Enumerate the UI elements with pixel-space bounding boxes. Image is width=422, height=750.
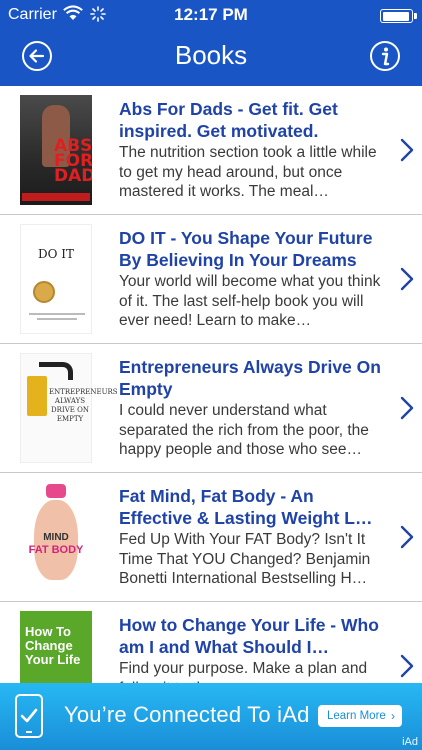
book-list[interactable]: ABS FOR DADS Abs For Dads - Get fit. Get… bbox=[0, 86, 422, 683]
cover-text: MIND bbox=[43, 532, 69, 543]
chevron-right-icon[interactable] bbox=[400, 267, 414, 291]
navigation-header: Carrier 12:17 PM Books bbox=[0, 0, 422, 86]
book-title: Fat Mind, Fat Body - An Effective & Last… bbox=[119, 486, 373, 528]
cover-text: DO IT bbox=[37, 247, 75, 261]
chevron-right-icon[interactable] bbox=[400, 138, 414, 162]
iad-brand: iAd bbox=[402, 736, 418, 748]
book-description: Find your purpose. Make a plan and follo… bbox=[119, 660, 368, 683]
chevron-right-icon[interactable] bbox=[400, 525, 414, 549]
clock: 12:17 PM bbox=[174, 5, 248, 24]
book-cover-image: MIND FAT BODY bbox=[20, 482, 92, 592]
chevron-right-icon[interactable] bbox=[400, 396, 414, 420]
book-description: Fed Up With Your FAT Body? Isn't It Time… bbox=[119, 531, 371, 587]
book-title: Abs For Dads - Get fit. Get inspired. Ge… bbox=[119, 99, 338, 141]
book-description: I could never understand what separated … bbox=[119, 402, 369, 458]
ad-headline: You’re Connected To iAd bbox=[64, 702, 310, 727]
page-title: Books bbox=[174, 40, 248, 70]
book-description: Your world will become what you think of… bbox=[119, 273, 381, 329]
book-cover-image: How To Change Your Life bbox=[20, 611, 92, 683]
book-title: How to Change Your Life - Who am I and W… bbox=[119, 615, 379, 657]
book-cover-image: DO IT bbox=[20, 224, 92, 334]
book-row-entrepreneurs[interactable]: ENTREPRENEURS ALWAYS DRIVE ON EMPTY Entr… bbox=[0, 344, 422, 473]
book-row-do-it[interactable]: DO IT DO IT - You Shape Your Future By B… bbox=[0, 215, 422, 344]
chevron-right-icon: › bbox=[391, 709, 395, 723]
book-cover-image: ABS FOR DADS bbox=[20, 95, 92, 205]
cover-text: DADS bbox=[54, 166, 92, 186]
book-title: DO IT - You Shape Your Future By Believi… bbox=[119, 228, 373, 270]
iad-checkmark-badge-icon bbox=[15, 694, 43, 738]
book-row-how-to-change[interactable]: How To Change Your Life How to Change Yo… bbox=[0, 602, 422, 683]
battery-icon bbox=[380, 9, 417, 23]
learn-more-button[interactable]: Learn More › bbox=[318, 705, 402, 727]
book-row-fat-mind[interactable]: MIND FAT BODY Fat Mind, Fat Body - An Ef… bbox=[0, 473, 422, 602]
learn-more-label: Learn More bbox=[327, 710, 386, 722]
cover-text: ENTREPRENEURS ALWAYS DRIVE ON EMPTY bbox=[49, 388, 118, 423]
info-circle-icon[interactable] bbox=[369, 40, 401, 72]
iad-banner[interactable]: You’re Connected To iAd Learn More › iAd bbox=[0, 683, 422, 750]
book-description: The nutrition section took a little whil… bbox=[119, 144, 377, 200]
book-row-abs-for-dads[interactable]: ABS FOR DADS Abs For Dads - Get fit. Get… bbox=[0, 86, 422, 215]
book-title: Entrepreneurs Always Drive On Empty bbox=[119, 357, 381, 399]
status-bar: Carrier 12:17 PM bbox=[0, 0, 422, 30]
cover-text: How To Change Your Life bbox=[25, 624, 81, 667]
book-cover-image: ENTREPRENEURS ALWAYS DRIVE ON EMPTY bbox=[20, 353, 118, 463]
cover-text: FAT BODY bbox=[28, 544, 84, 556]
chevron-right-icon[interactable] bbox=[400, 654, 414, 678]
